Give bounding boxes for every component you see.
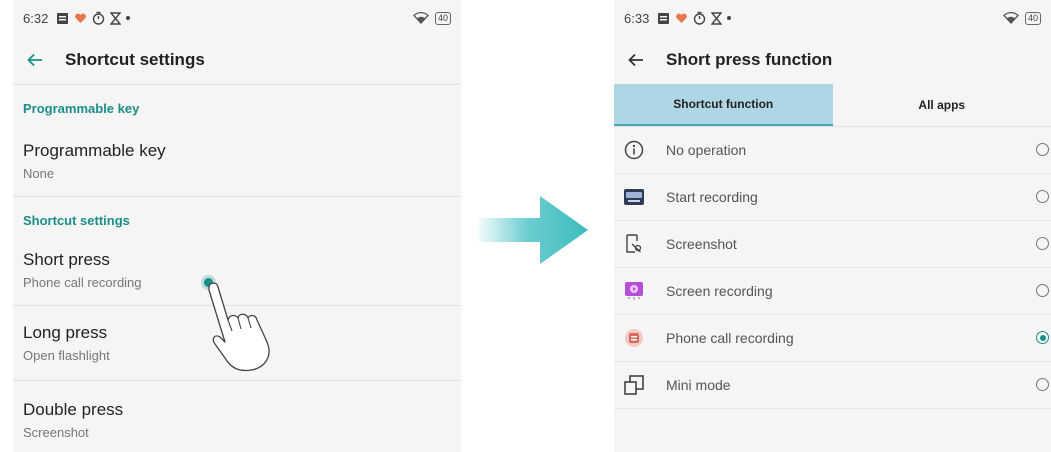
setting-value: Screenshot xyxy=(23,425,89,440)
back-arrow-icon xyxy=(628,53,643,67)
heart-icon xyxy=(676,13,688,23)
notification-icon xyxy=(57,12,69,24)
battery-icon: 40 xyxy=(434,11,451,25)
dot-icon xyxy=(727,16,732,20)
screen-recording-icon xyxy=(622,279,646,303)
app-bar: Shortcut settings xyxy=(13,36,461,85)
status-bar: 6:32 40 xyxy=(13,0,461,36)
status-time: 6:33 xyxy=(624,10,650,26)
tab-shortcut-function[interactable]: Shortcut function xyxy=(614,84,833,126)
option-radio[interactable] xyxy=(1036,378,1049,391)
notification-icon xyxy=(658,12,670,24)
option-radio-selected[interactable] xyxy=(1036,331,1049,344)
back-button[interactable] xyxy=(622,46,650,74)
heart-icon xyxy=(75,13,87,23)
timer-icon xyxy=(93,11,105,25)
option-label: Screenshot xyxy=(666,236,737,252)
setting-title: Programmable key xyxy=(23,141,166,160)
status-bar: 6:33 40 xyxy=(614,0,1051,36)
short-press-function-screen: 6:33 40 Short press function Shortcut fu… xyxy=(614,0,1051,452)
setting-item-double-press[interactable]: Double press Screenshot xyxy=(13,381,461,452)
section-header-programmable-key: Programmable key xyxy=(23,101,140,116)
option-radio[interactable] xyxy=(1036,237,1049,250)
option-label: Phone call recording xyxy=(666,330,794,346)
info-icon xyxy=(622,138,646,162)
option-screen-recording[interactable]: Screen recording xyxy=(614,268,1051,315)
page-title: Shortcut settings xyxy=(65,50,205,69)
setting-title: Short press xyxy=(23,250,110,269)
option-label: Screen recording xyxy=(666,283,773,299)
battery-icon: 40 xyxy=(1024,11,1041,25)
option-mini-mode[interactable]: Mini mode xyxy=(614,362,1051,409)
hourglass-icon xyxy=(711,11,723,25)
option-label: Start recording xyxy=(666,189,758,205)
section-header-shortcut-settings: Shortcut settings xyxy=(23,213,130,228)
status-time: 6:32 xyxy=(23,10,49,26)
option-radio[interactable] xyxy=(1036,143,1049,156)
back-button[interactable] xyxy=(21,46,49,74)
arrow-right-icon xyxy=(478,196,588,264)
recorder-icon xyxy=(622,185,646,209)
option-radio[interactable] xyxy=(1036,190,1049,203)
mini-mode-icon xyxy=(622,373,646,397)
option-label: Mini mode xyxy=(666,377,731,393)
option-screenshot[interactable]: Screenshot xyxy=(614,221,1051,268)
wifi-icon xyxy=(413,12,429,24)
setting-value: None xyxy=(23,166,55,181)
screenshot-icon xyxy=(622,232,646,256)
tab-all-apps[interactable]: All apps xyxy=(833,84,1051,126)
call-recording-icon xyxy=(622,326,646,350)
option-radio[interactable] xyxy=(1036,284,1049,297)
tab-bar: Shortcut function All apps xyxy=(614,84,1051,127)
back-arrow-icon xyxy=(27,53,42,67)
option-phone-call-recording[interactable]: Phone call recording xyxy=(614,315,1051,362)
option-label: No operation xyxy=(666,142,747,158)
hourglass-icon xyxy=(110,11,122,25)
shortcut-settings-screen: 6:32 40 Shortcut settings Programmable k… xyxy=(13,0,461,452)
setting-title: Double press xyxy=(23,400,124,419)
option-start-recording[interactable]: Start recording xyxy=(614,174,1051,221)
pointing-hand-icon xyxy=(208,282,270,372)
dot-icon xyxy=(126,16,131,20)
option-no-operation[interactable]: No operation xyxy=(614,127,1051,174)
setting-item-programmable-key[interactable]: Programmable key None xyxy=(13,123,461,197)
page-title: Short press function xyxy=(666,50,833,69)
app-bar: Short press function xyxy=(614,36,1051,84)
timer-icon xyxy=(694,11,706,25)
wifi-icon xyxy=(1003,12,1019,24)
